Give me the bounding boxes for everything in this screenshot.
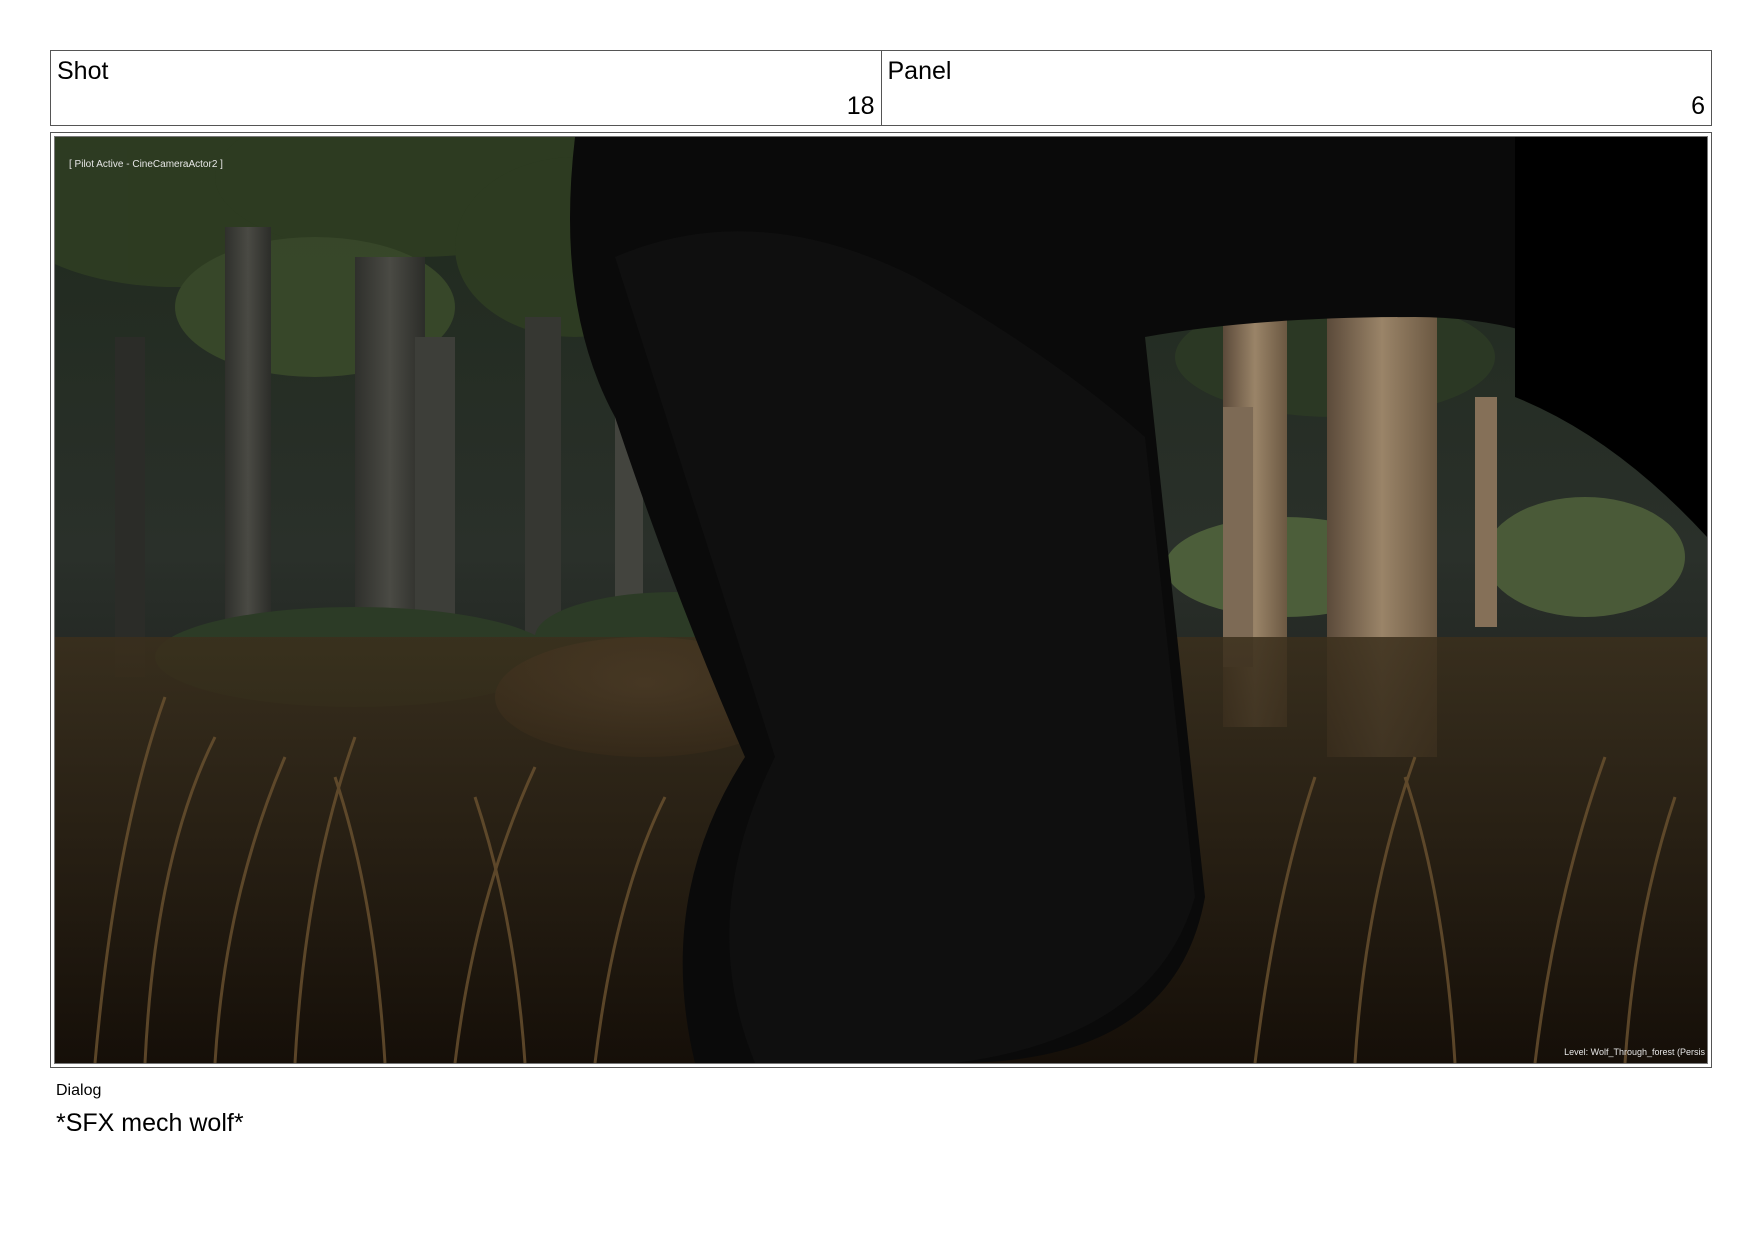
shot-number: 18 [846,92,875,120]
viewport-image: [ Pilot Active - CineCameraActor2 ] Leve… [54,136,1708,1064]
shot-cell: Shot 18 [51,51,881,125]
panel-number: 6 [1691,92,1705,120]
shot-label: Shot [57,57,109,85]
forest-scene-illustration [55,137,1707,1063]
panel-cell: Panel 6 [880,51,1712,125]
storyboard-page: Shot 18 Panel 6 [Pilot Active - CineCam… [0,0,1754,1240]
storyboard-header: Shot 18 Panel 6 [50,50,1712,126]
dialog-text: *SFX mech wolf* [56,1109,244,1137]
dialog-label: Dialog [56,1082,102,1099]
pilot-status-text: [ Pilot Active - CineCameraActor2 ] [69,159,223,170]
storyboard-frame: [ Pilot Active - CineCameraActor2 ] Leve… [50,132,1712,1068]
panel-label: Panel [887,57,952,85]
level-name-text: Level: Wolf_Through_forest (Persis [1564,1047,1705,1057]
